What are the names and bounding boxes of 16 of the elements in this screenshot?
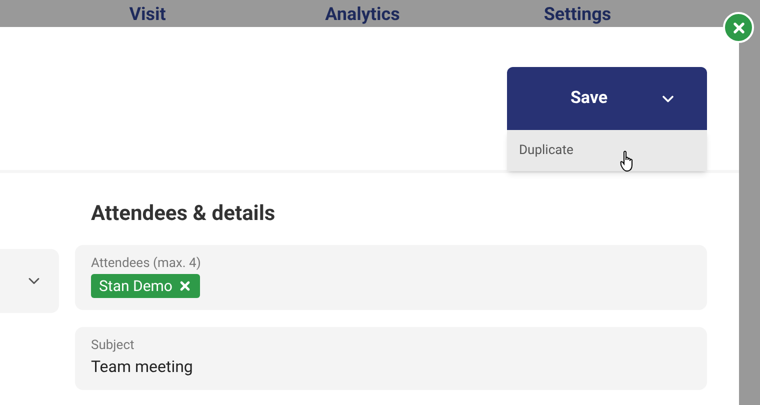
select-field[interactable] — [0, 249, 59, 313]
nav-tab[interactable]: Visit — [129, 4, 166, 27]
attendees-field[interactable]: Attendees (max. 4) Stan Demo — [75, 245, 707, 310]
field-value: Team meeting — [91, 356, 194, 378]
close-icon — [730, 20, 746, 36]
close-button[interactable] — [723, 12, 754, 43]
field-label: Attendees (max. 4) — [91, 255, 202, 273]
section-title: Attendees & details — [90, 201, 276, 228]
subject-field[interactable]: Subject Team meeting — [75, 327, 707, 390]
attendee-tag[interactable]: Stan Demo — [91, 274, 200, 298]
menu-item[interactable]: Duplicate — [507, 130, 707, 171]
remove-icon[interactable] — [178, 279, 192, 293]
save-button[interactable]: Save — [507, 67, 707, 130]
field-label: Subject — [91, 337, 136, 355]
nav-tab[interactable]: Settings — [544, 4, 612, 27]
nav-tab[interactable]: Analytics — [325, 4, 400, 27]
